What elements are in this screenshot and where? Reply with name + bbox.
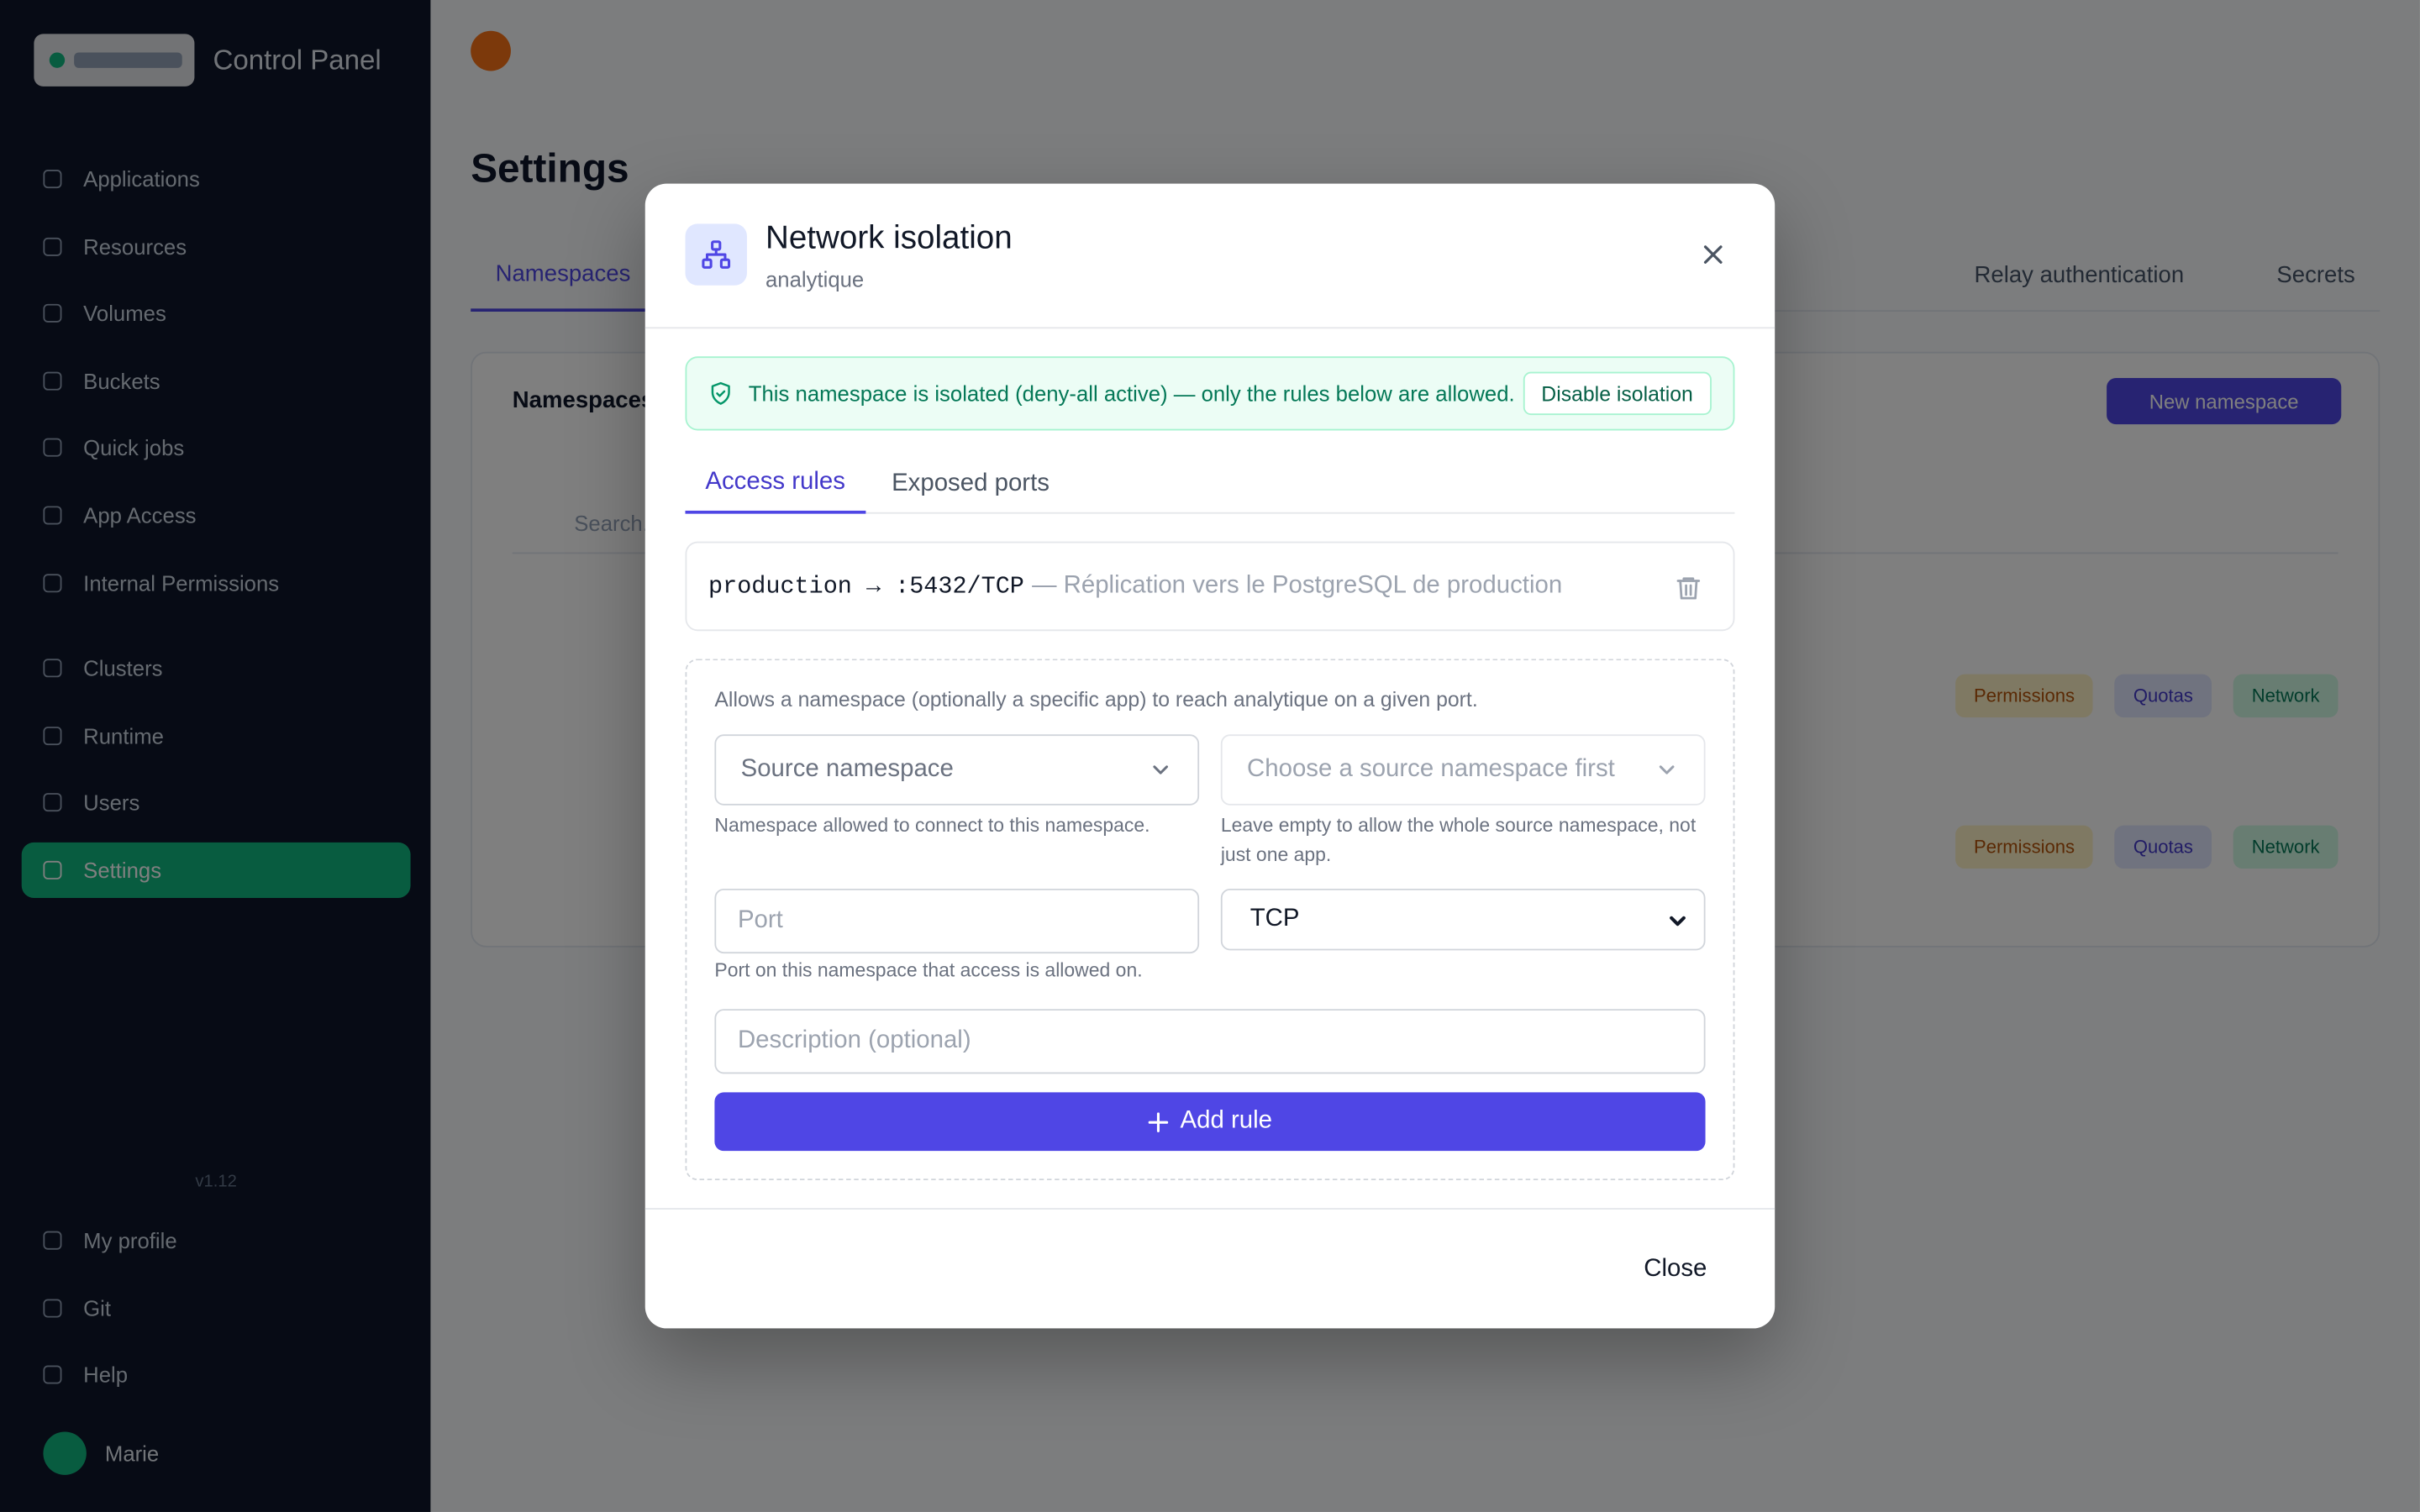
dialog-title: Network isolation xyxy=(765,220,1013,256)
tab-exposed-ports[interactable]: Exposed ports xyxy=(871,455,1070,514)
dialog-footer: Close xyxy=(644,1208,1776,1328)
disable-isolation-button[interactable]: Disable isolation xyxy=(1523,371,1712,416)
tab-access-rules[interactable]: Access rules xyxy=(685,455,865,514)
network-icon xyxy=(685,223,747,286)
add-rule-form: Allows a namespace (optionally a specifi… xyxy=(685,659,1735,1181)
chevron-down-icon xyxy=(1153,765,1169,774)
port-hint: Port on this namespace that access is al… xyxy=(714,959,1143,982)
rule-target: production → :5432/TCP xyxy=(708,572,1024,601)
list-item: production → :5432/TCP — Réplication ver… xyxy=(685,541,1735,632)
port-input[interactable]: Port xyxy=(714,888,1200,954)
form-help-text: Allows a namespace (optionally a specifi… xyxy=(714,688,1478,711)
isolation-alert: This namespace is isolated (deny-all act… xyxy=(685,356,1735,431)
add-rule-button[interactable]: Add rule xyxy=(714,1092,1706,1152)
dialog-subtitle: analytique xyxy=(765,266,865,292)
description-input[interactable]: Description (optional) xyxy=(714,1009,1706,1074)
source-app-hint: Leave empty to allow the whole source na… xyxy=(1220,814,1697,866)
network-isolation-dialog: Network isolation analytique This namesp… xyxy=(644,183,1776,1329)
close-icon[interactable] xyxy=(1697,239,1728,270)
source-namespace-select[interactable]: Source namespace xyxy=(714,734,1200,806)
add-rule-label: Add rule xyxy=(1180,1107,1272,1134)
chevron-down-icon xyxy=(1659,765,1675,774)
select-placeholder: Source namespace xyxy=(740,755,954,783)
dialog-tabs: Access rules Exposed ports xyxy=(685,455,1735,514)
source-app-select[interactable]: Choose a source namespace first xyxy=(1220,734,1706,806)
select-placeholder: Choose a source namespace first xyxy=(1247,755,1615,783)
rule-description: — Réplication vers le PostgreSQL de prod… xyxy=(1032,572,1563,599)
trash-icon[interactable] xyxy=(1675,572,1702,603)
protocol-select[interactable]: TCP xyxy=(1220,888,1706,951)
chevron-down-icon xyxy=(1670,916,1686,927)
source-namespace-hint: Namespace allowed to connect to this nam… xyxy=(714,814,1150,837)
app-root: Control Panel Applications Resources Vol… xyxy=(0,0,2420,1512)
shield-check-icon xyxy=(711,381,730,405)
select-value: TCP xyxy=(1249,906,1300,932)
plus-icon xyxy=(1148,1111,1168,1132)
close-button[interactable]: Close xyxy=(1644,1256,1707,1284)
dialog-header: Network isolation analytique xyxy=(644,184,1776,329)
alert-text: This namespace is isolated (deny-all act… xyxy=(748,381,1515,407)
